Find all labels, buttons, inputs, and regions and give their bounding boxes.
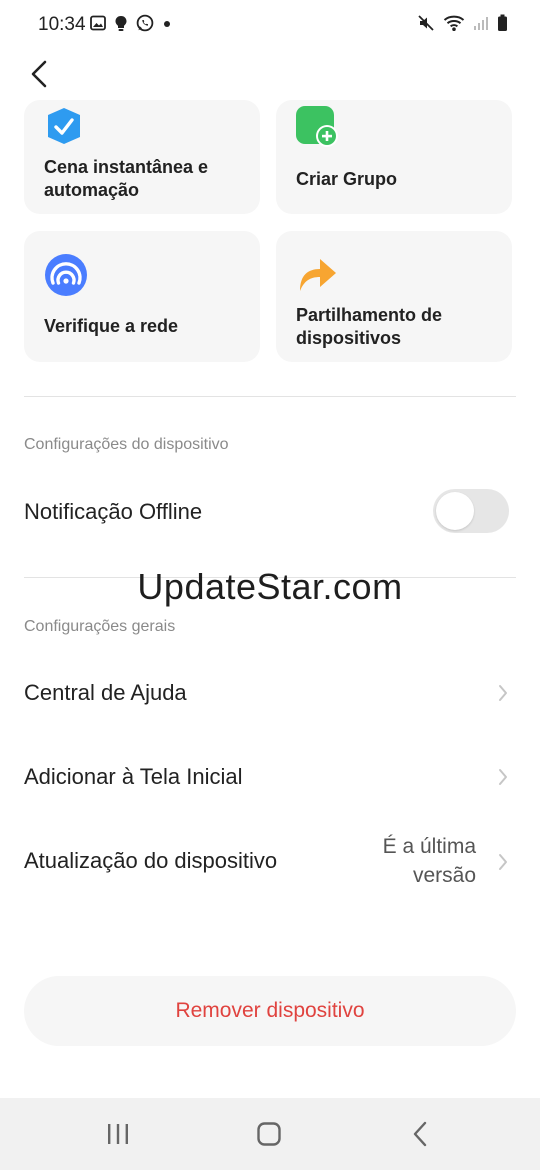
image-notification-icon (90, 15, 106, 31)
status-time: 10:34 (38, 14, 86, 35)
chevron-left-icon (31, 60, 47, 88)
settings-row-label: Central de Ajuda (24, 680, 187, 705)
status-system-icons (417, 14, 508, 32)
home-icon (257, 1122, 281, 1146)
quick-action-device-sharing[interactable]: Partilhamento de dispositivos (276, 231, 512, 362)
network-signal-icon (45, 254, 87, 296)
section-title-general-settings: Configurações gerais (24, 618, 176, 635)
toggle-knob (436, 492, 474, 530)
settings-row-device-update[interactable]: Atualização do dispositivo É a última ve… (0, 826, 540, 898)
quick-action-label: Verifique a rede (44, 316, 179, 336)
section-title-device-settings: Configurações do dispositivo (24, 436, 229, 453)
add-group-icon (296, 106, 338, 147)
status-notification-icons (90, 14, 172, 32)
quick-action-scene-automation[interactable]: Cena instantânea e automação (24, 100, 260, 214)
offline-notification-toggle[interactable] (433, 489, 509, 533)
quick-action-create-group[interactable]: Criar Grupo (276, 100, 512, 214)
status-bar: 10:34 (0, 0, 540, 52)
home-button[interactable] (249, 1116, 289, 1152)
cellular-signal-icon (474, 17, 488, 30)
wifi-icon (443, 15, 465, 31)
device-update-status: É a última versão (382, 835, 476, 887)
settings-row-help-center[interactable]: Central de Ajuda (0, 658, 540, 728)
recent-apps-icon (108, 1124, 128, 1144)
watermark-text: UpdateStar.com (137, 566, 403, 607)
settings-row-label: Atualização do dispositivo (24, 848, 278, 873)
system-navigation-bar (0, 1098, 540, 1170)
back-button[interactable] (22, 56, 56, 92)
quick-action-label: Cena instantânea e automação (44, 157, 209, 200)
offline-notification-label: Notificação Offline (24, 499, 203, 524)
divider (24, 396, 516, 397)
recent-apps-button[interactable] (98, 1116, 138, 1152)
chevron-right-icon (499, 685, 507, 701)
quick-action-label: Criar Grupo (296, 169, 398, 189)
chevron-right-icon (499, 769, 507, 785)
system-back-button[interactable] (400, 1116, 440, 1152)
battery-icon (498, 14, 507, 31)
whatsapp-notification-icon (136, 14, 154, 32)
remove-device-button[interactable]: Remover dispositivo (24, 976, 516, 1046)
lightbulb-notification-icon (115, 15, 127, 31)
settings-row-label: Adicionar à Tela Inicial (24, 764, 243, 789)
chevron-right-icon (499, 854, 507, 870)
back-arrow-icon (413, 1121, 427, 1147)
more-notifications-dot-icon (164, 21, 170, 27)
share-arrow-icon (300, 259, 336, 291)
quick-action-label: Partilhamento de dispositivos (296, 305, 443, 348)
checkmark-shield-icon (48, 108, 80, 144)
quick-action-check-network[interactable]: Verifique a rede (24, 231, 260, 362)
mute-icon (418, 15, 434, 31)
settings-row-add-to-home[interactable]: Adicionar à Tela Inicial (0, 742, 540, 812)
